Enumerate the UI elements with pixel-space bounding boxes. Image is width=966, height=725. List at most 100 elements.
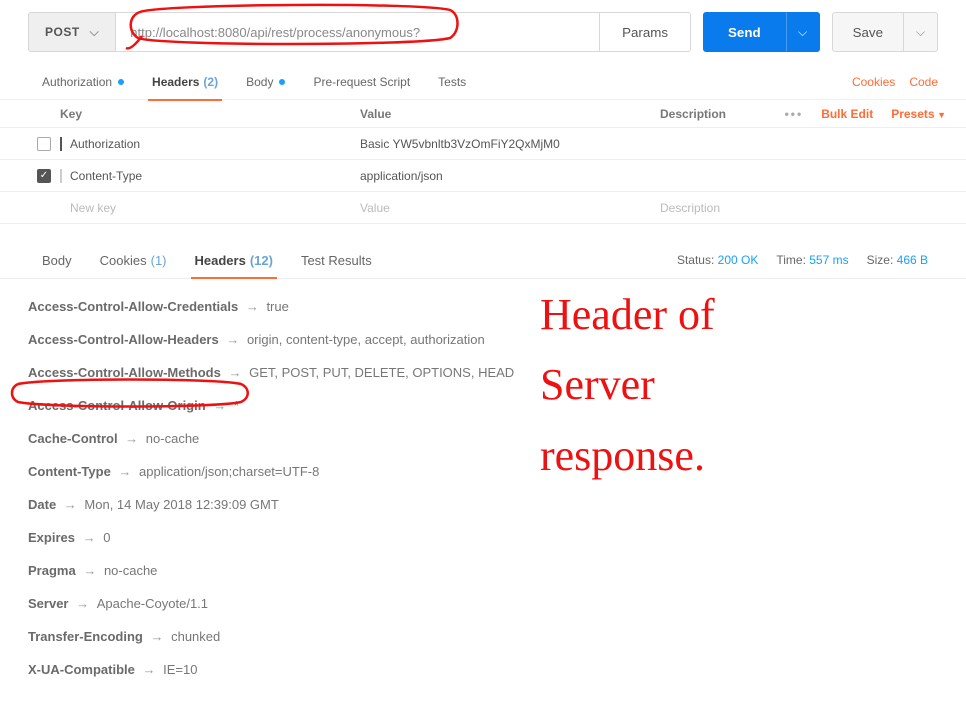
status-label: Status: (677, 253, 714, 267)
arrow-right-icon: → (210, 398, 230, 413)
arrow-right-icon: → (60, 497, 80, 512)
tab-count: (2) (203, 75, 218, 89)
send-button[interactable]: Send (703, 12, 786, 52)
header-desc-placeholder[interactable]: Description (660, 201, 966, 215)
response-header-name: Expires (28, 530, 75, 545)
response-header-row: Access-Control-Allow-Credentials → true (28, 299, 938, 314)
response-header-name: Access-Control-Allow-Credentials (28, 299, 238, 314)
response-header-row: Expires → 0 (28, 530, 938, 545)
header-value-cell[interactable]: Basic YW5vbnltb3VzOmFiY2QxMjM0 (360, 137, 660, 151)
response-header-name: Date (28, 497, 56, 512)
col-key: Key (60, 107, 360, 121)
tab-count: (1) (151, 253, 167, 268)
response-header-name: Cache-Control (28, 431, 118, 446)
arrow-right-icon: → (147, 629, 167, 644)
cookies-link[interactable]: Cookies (852, 75, 895, 89)
tab-label: Pre-request Script (313, 75, 410, 89)
http-method-label: POST (45, 25, 80, 39)
chevron-down-icon: ⌵ (90, 25, 100, 40)
resp-tab-headers[interactable]: Headers (12) (181, 242, 287, 278)
header-key-placeholder[interactable]: New key (60, 201, 360, 215)
tab-authorization[interactable]: Authorization (28, 64, 138, 100)
time-label: Time: (776, 253, 806, 267)
size-label: Size: (867, 253, 894, 267)
response-header-value: chunked (171, 629, 220, 644)
response-header-value: IE=10 (163, 662, 197, 677)
modified-dot-icon (279, 79, 285, 85)
response-header-value: 0 (103, 530, 110, 545)
response-header-name: Access-Control-Allow-Methods (28, 365, 221, 380)
header-key-cell[interactable]: Authorization (60, 137, 360, 151)
arrow-right-icon: → (223, 332, 243, 347)
response-header-value: Mon, 14 May 2018 12:39:09 GMT (84, 497, 278, 512)
tab-tests[interactable]: Tests (424, 64, 480, 100)
response-header-value: true (266, 299, 288, 314)
time-value: 557 ms (809, 253, 848, 267)
response-header-value: no-cache (146, 431, 199, 446)
response-header-value: GET, POST, PUT, DELETE, OPTIONS, HEAD (249, 365, 514, 380)
response-header-value: application/json;charset=UTF-8 (139, 464, 319, 479)
response-header-name: Pragma (28, 563, 76, 578)
send-dropdown[interactable]: ⌵ (786, 12, 820, 52)
tab-pre-request-script[interactable]: Pre-request Script (299, 64, 424, 100)
resp-tab-cookies[interactable]: Cookies (1) (86, 242, 181, 278)
tab-label: Tests (438, 75, 466, 89)
chevron-down-icon: ⌵ (798, 25, 807, 40)
arrow-right-icon: → (242, 299, 262, 314)
row-checkbox[interactable]: ✓ (37, 169, 51, 183)
code-link[interactable]: Code (909, 75, 938, 89)
response-header-row: Transfer-Encoding → chunked (28, 629, 938, 644)
save-dropdown[interactable]: ⌵ (904, 12, 938, 52)
chevron-down-icon: ⌵ (916, 25, 925, 40)
status-value: 200 OK (718, 253, 759, 267)
presets-dropdown[interactable]: Presets (891, 107, 946, 121)
response-header-row: Access-Control-Allow-Methods → GET, POST… (28, 365, 938, 380)
response-header-row: Access-Control-Allow-Origin → * (28, 398, 938, 413)
response-header-name: Content-Type (28, 464, 111, 479)
table-row[interactable]: ✓ Content-Type application/json (0, 160, 966, 192)
header-value-cell[interactable]: application/json (360, 169, 660, 183)
params-button[interactable]: Params (600, 12, 691, 52)
response-header-row: Access-Control-Allow-Headers → origin, c… (28, 332, 938, 347)
http-method-select[interactable]: POST ⌵ (28, 12, 116, 52)
tab-body[interactable]: Body (232, 64, 299, 100)
tab-label: Headers (195, 253, 246, 268)
more-columns-icon[interactable]: ••• (785, 107, 804, 121)
arrow-right-icon: → (115, 464, 135, 479)
url-input[interactable] (116, 12, 600, 52)
response-header-name: Transfer-Encoding (28, 629, 143, 644)
response-header-name: Access-Control-Allow-Origin (28, 398, 206, 413)
table-row[interactable]: Authorization Basic YW5vbnltb3VzOmFiY2Qx… (0, 128, 966, 160)
response-header-row: Pragma → no-cache (28, 563, 938, 578)
response-header-name: Access-Control-Allow-Headers (28, 332, 219, 347)
tab-count: (12) (250, 253, 273, 268)
tab-label: Body (42, 253, 72, 268)
response-header-value: no-cache (104, 563, 157, 578)
response-header-value: origin, content-type, accept, authorizat… (247, 332, 485, 347)
response-header-name: Server (28, 596, 68, 611)
response-header-row: X-UA-Compatible → IE=10 (28, 662, 938, 677)
arrow-right-icon: → (80, 563, 100, 578)
size-value: 466 B (897, 253, 928, 267)
save-button[interactable]: Save (832, 12, 904, 52)
row-checkbox[interactable] (37, 137, 51, 151)
arrow-right-icon: → (72, 596, 92, 611)
arrow-right-icon: → (79, 530, 99, 545)
header-key-cell[interactable]: Content-Type (60, 169, 360, 183)
resp-tab-body[interactable]: Body (28, 242, 86, 278)
tab-headers[interactable]: Headers (2) (138, 64, 232, 100)
bulk-edit-link[interactable]: Bulk Edit (821, 107, 873, 121)
response-headers-list: Access-Control-Allow-Credentials → trueA… (0, 279, 966, 725)
request-headers-thead: Key Value Description ••• Bulk Edit Pres… (0, 100, 966, 128)
response-header-row: Content-Type → application/json;charset=… (28, 464, 938, 479)
tab-label: Test Results (301, 253, 372, 268)
arrow-right-icon: → (225, 365, 245, 380)
response-meta: Status: 200 OK Time: 557 ms Size: 466 B (677, 253, 938, 267)
header-value-placeholder[interactable]: Value (360, 201, 660, 215)
table-row-new[interactable]: New key Value Description (0, 192, 966, 224)
arrow-right-icon: → (122, 431, 142, 446)
resp-tab-test-results[interactable]: Test Results (287, 242, 386, 278)
tab-label: Headers (152, 75, 199, 89)
response-header-name: X-UA-Compatible (28, 662, 135, 677)
modified-dot-icon (118, 79, 124, 85)
